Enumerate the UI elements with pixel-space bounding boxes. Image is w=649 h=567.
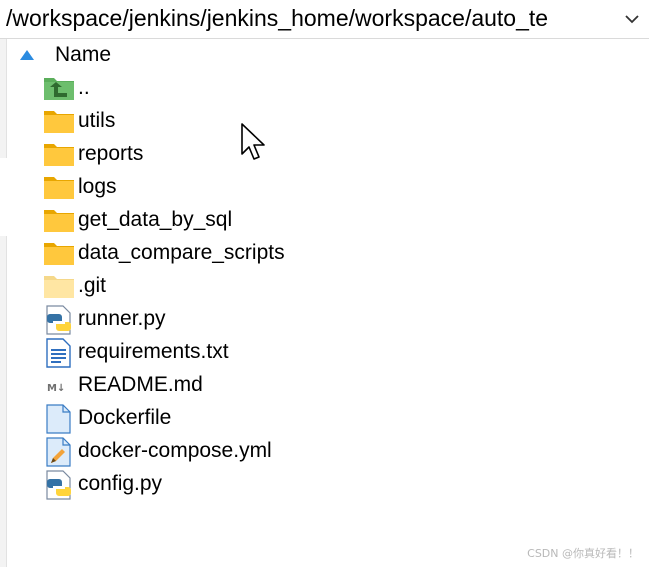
file-name: README.md: [78, 373, 203, 396]
file-name: .git: [78, 274, 107, 297]
markdown-file-icon: M↓: [47, 383, 65, 394]
list-item[interactable]: Dockerfile: [42, 402, 462, 435]
file-name: utils: [78, 109, 116, 132]
path-text[interactable]: /workspace/jenkins/jenkins_home/workspac…: [6, 3, 618, 33]
file-name: ..: [78, 76, 90, 99]
list-item[interactable]: runner.py: [42, 303, 462, 336]
file-name: runner.py: [78, 307, 166, 330]
file-name: Dockerfile: [78, 406, 172, 429]
yaml-file-icon: [46, 437, 71, 467]
watermark: CSDN @你真好看！！: [527, 547, 639, 560]
blank-file-icon: [46, 404, 71, 434]
python-file-icon: [46, 305, 71, 335]
left-panel-edge: [0, 39, 7, 158]
mouse-cursor-icon: [241, 123, 265, 160]
list-item[interactable]: ..: [42, 72, 462, 105]
list-item[interactable]: logs: [42, 171, 462, 204]
left-panel-edge: [0, 236, 7, 567]
list-item[interactable]: requirements.txt: [42, 336, 462, 369]
list-item[interactable]: .git: [42, 270, 462, 303]
list-item[interactable]: data_compare_scripts: [42, 237, 462, 270]
folder-icon: [44, 243, 74, 265]
column-header-label: Name: [55, 43, 112, 66]
chevron-down-icon[interactable]: [623, 10, 641, 28]
parent-folder-icon: [44, 78, 74, 100]
path-bar[interactable]: /workspace/jenkins/jenkins_home/workspac…: [0, 0, 649, 39]
file-name: config.py: [78, 472, 163, 495]
folder-icon: [44, 144, 74, 166]
file-name: get_data_by_sql: [78, 208, 233, 231]
file-name: logs: [78, 175, 117, 198]
hidden-folder-icon: [44, 276, 74, 298]
column-header-name[interactable]: Name: [18, 41, 418, 69]
list-item[interactable]: get_data_by_sql: [42, 204, 462, 237]
folder-icon: [44, 177, 74, 199]
text-file-icon: [46, 338, 71, 368]
file-name: requirements.txt: [78, 340, 229, 363]
svg-text:M↓: M↓: [47, 383, 65, 394]
file-name: reports: [78, 142, 144, 165]
file-name: data_compare_scripts: [78, 241, 285, 264]
folder-icon: [44, 210, 74, 232]
list-item[interactable]: config.py: [42, 468, 462, 501]
python-file-icon: [46, 470, 71, 500]
list-item[interactable]: M↓ README.md: [42, 369, 462, 402]
folder-icon: [44, 111, 74, 133]
list-item[interactable]: docker-compose.yml: [42, 435, 462, 468]
sort-ascending-icon[interactable]: [20, 50, 34, 60]
file-name: docker-compose.yml: [78, 439, 272, 462]
file-explorer-window: /workspace/jenkins/jenkins_home/workspac…: [0, 0, 649, 567]
